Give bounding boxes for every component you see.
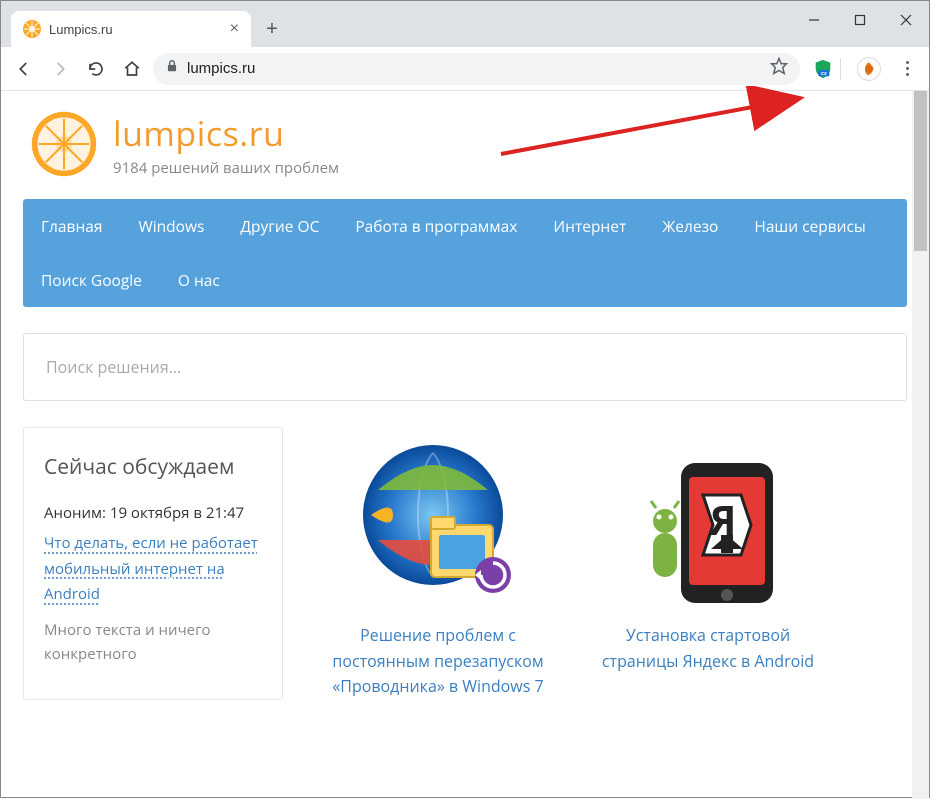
minimize-button[interactable] (791, 1, 837, 39)
main-nav: Главная Windows Другие ОС Работа в прогр… (23, 199, 907, 307)
ext-badge-text: cz (821, 70, 827, 76)
nav-item[interactable]: Другие ОС (222, 199, 337, 253)
browser-menu-button[interactable] (893, 61, 921, 76)
reload-button[interactable] (81, 54, 111, 84)
nav-item[interactable]: Поиск Google (23, 253, 160, 307)
scrollbar-thumb[interactable] (914, 91, 927, 251)
close-window-button[interactable] (883, 1, 929, 39)
site-title-block: lumpics.ru 9184 решений ваших проблем (113, 110, 339, 178)
close-tab-icon[interactable]: × (230, 20, 239, 38)
back-button[interactable] (9, 54, 39, 84)
extension-vpn-icon[interactable]: cz (812, 58, 834, 80)
forward-button[interactable] (45, 54, 75, 84)
search-placeholder: Поиск решения… (46, 356, 181, 378)
tab-title: Lumpics.ru (49, 22, 222, 37)
home-button[interactable] (117, 54, 147, 84)
site-subtitle: 9184 решений ваших проблем (113, 158, 339, 178)
nav-item[interactable]: О нас (160, 253, 238, 307)
page-content: lumpics.ru 9184 решений ваших проблем Гл… (1, 91, 929, 700)
bookmark-star-icon[interactable] (770, 57, 788, 80)
new-tab-button[interactable]: + (257, 14, 287, 44)
nav-item[interactable]: Windows (120, 199, 222, 253)
tab-favicon (23, 20, 41, 38)
url-field[interactable]: lumpics.ru (153, 53, 800, 85)
address-bar: lumpics.ru cz (1, 47, 929, 91)
maximize-button[interactable] (837, 1, 883, 39)
profile-avatar[interactable] (857, 57, 881, 81)
nav-item[interactable]: Наши сервисы (736, 199, 883, 253)
tab-bar: Lumpics.ru × + (1, 1, 929, 47)
comment-link[interactable]: Что делать, если не работает мобильный и… (44, 533, 258, 604)
comment-meta: Аноним: 19 октября в 21:47 (44, 503, 262, 523)
comment-excerpt: Много текста и ничего конкретного (44, 618, 262, 666)
site-title[interactable]: lumpics.ru (113, 110, 339, 156)
lock-icon (165, 59, 179, 78)
main-columns: Сейчас обсуждаем Аноним: 19 октября в 21… (1, 427, 929, 700)
nav-item[interactable]: Главная (23, 199, 120, 253)
sidebar-discussion: Сейчас обсуждаем Аноним: 19 октября в 21… (23, 427, 283, 700)
article-title: Решение проблем с постоянным перезапуско… (323, 623, 553, 700)
window-controls (791, 1, 929, 39)
article-card[interactable]: Я Установка стартовой страницы Яндекс в … (593, 435, 823, 700)
search-input[interactable]: Поиск решения… (23, 333, 907, 401)
nav-item[interactable]: Железо (644, 199, 736, 253)
article-thumbnail (353, 435, 523, 605)
scrollbar-track[interactable] (912, 91, 929, 799)
nav-item[interactable]: Интернет (535, 199, 644, 253)
article-thumbnail: Я (623, 435, 793, 605)
url-text: lumpics.ru (187, 60, 762, 77)
sidebar-heading: Сейчас обсуждаем (44, 454, 262, 481)
article-title: Установка стартовой страницы Яндекс в An… (593, 623, 823, 674)
browser-tab[interactable]: Lumpics.ru × (11, 11, 251, 47)
articles-grid: Решение проблем с постоянным перезапуско… (323, 427, 907, 700)
extensions-area: cz (806, 58, 841, 80)
site-header: lumpics.ru 9184 решений ваших проблем (1, 91, 929, 189)
nav-item[interactable]: Работа в программах (337, 199, 535, 253)
page-viewport: lumpics.ru 9184 решений ваших проблем Гл… (1, 91, 929, 799)
site-logo-icon[interactable] (29, 109, 99, 179)
article-card[interactable]: Решение проблем с постоянным перезапуско… (323, 435, 553, 700)
